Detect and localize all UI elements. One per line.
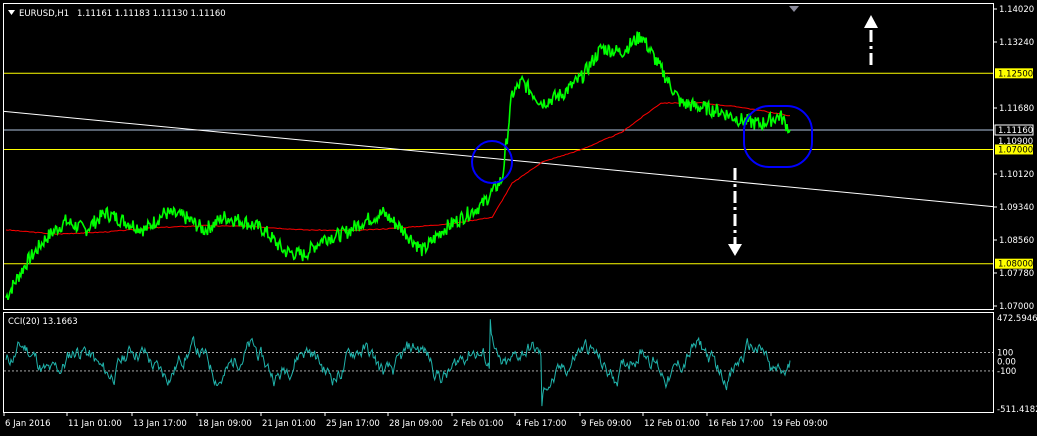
cci-tick-label: -511.4182 [997,405,1037,415]
time-tick-label: 28 Jan 09:00 [389,419,443,429]
main-header: EURUSD,H1 1.11161 1.11183 1.11130 1.1116… [8,9,226,19]
ohlc-label: 1.11161 1.11183 1.11130 1.11160 [77,9,226,19]
level-label: 1.12500 [998,69,1033,79]
symbol-label: EURUSD,H1 [19,9,69,19]
time-tick-label: 6 Jan 2016 [5,419,51,429]
level-label: 1.08000 [998,260,1033,270]
time-tick-label: 21 Jan 01:00 [262,419,316,429]
price-tick-label: 1.10120 [999,170,1034,180]
price-tick-label: 1.13240 [999,38,1034,48]
time-tick-label: 16 Feb 17:00 [708,419,764,429]
hidden-price-label: 1.10900 [998,137,1033,147]
chart-canvas[interactable]: 1.14020 1.13240 1.11680 1.10120 1.09340 1.085… [0,0,1037,436]
time-tick-label: 19 Feb 09:00 [772,419,828,429]
cci-tick-label: -100 [997,367,1016,377]
price-tick-label: 1.09340 [999,203,1034,213]
time-tick-label: 11 Jan 01:00 [68,419,122,429]
time-tick-label: 4 Feb 17:00 [516,419,566,429]
price-tick-label: 1.07000 [999,302,1034,312]
cci-header: CCI(20) 13.1663 [8,317,78,327]
current-price-label: 1.11160 [998,126,1033,136]
price-tick-label: 1.11680 [999,104,1034,114]
time-tick-label: 9 Feb 09:00 [581,419,631,429]
time-tick-label: 2 Feb 01:00 [453,419,503,429]
price-tick-label: 1.08560 [999,236,1034,246]
time-tick-label: 13 Jan 17:00 [133,419,187,429]
price-tick-label: 1.07780 [999,269,1034,279]
time-tick-label: 18 Jan 09:00 [198,419,252,429]
cci-tick-label: 472.5946 [997,314,1037,324]
time-tick-label: 12 Feb 01:00 [644,419,700,429]
price-tick-label: 1.14020 [999,5,1034,15]
time-tick-label: 25 Jan 17:00 [326,419,380,429]
